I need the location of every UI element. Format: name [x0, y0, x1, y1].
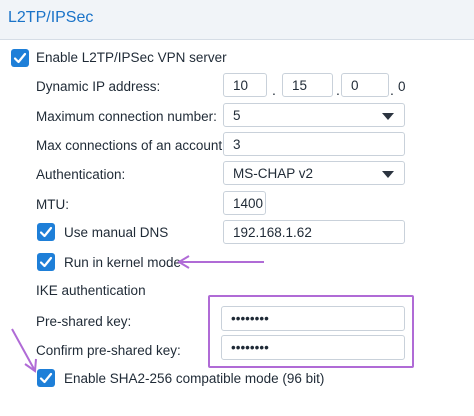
ip-octet-1-input[interactable]: 10	[223, 73, 267, 97]
enable-vpn-label: Enable L2TP/IPSec VPN server	[36, 50, 227, 65]
arrow-icon	[11, 328, 37, 373]
dns-server-input[interactable]: 192.168.1.62	[223, 220, 405, 244]
section-title: L2TP/IPSec	[8, 9, 94, 26]
highlight-box	[208, 295, 414, 368]
enable-vpn-checkbox[interactable]	[11, 49, 29, 67]
ip-octet-3-input[interactable]: 0	[341, 73, 389, 97]
ip-octet-2-input[interactable]: 15	[282, 73, 333, 97]
sha2-mode-label: Enable SHA2-256 compatible mode (96 bit)	[64, 371, 325, 386]
ip-dot: .	[272, 82, 276, 98]
ip-dot: .	[390, 82, 394, 98]
checkmark-icon	[39, 256, 53, 268]
ip-octet-4-value[interactable]: 0	[398, 79, 406, 94]
ike-heading: IKE authentication	[36, 283, 146, 298]
max-connections-select[interactable]: 5	[223, 103, 405, 127]
max-connections-label: Maximum connection number:	[36, 109, 217, 124]
checkmark-icon	[39, 226, 53, 238]
pre-shared-key-label: Pre-shared key:	[36, 314, 132, 329]
dynamic-ip-label: Dynamic IP address:	[36, 79, 161, 94]
chevron-down-icon	[382, 113, 394, 120]
chevron-down-icon	[382, 171, 394, 178]
mtu-label: MTU:	[36, 197, 69, 212]
ip-dot: .	[336, 82, 340, 98]
section-header: L2TP/IPSec	[0, 0, 474, 40]
authentication-select[interactable]: MS-CHAP v2	[223, 161, 405, 185]
confirm-key-label: Confirm pre-shared key:	[36, 343, 181, 358]
manual-dns-checkbox[interactable]	[37, 223, 55, 241]
max-per-account-label: Max connections of an account:	[36, 138, 226, 153]
max-connections-value: 5	[233, 108, 241, 123]
kernel-mode-label: Run in kernel mode	[64, 255, 182, 270]
kernel-mode-checkbox[interactable]	[37, 253, 55, 271]
mtu-input[interactable]: 1400	[223, 191, 266, 215]
checkmark-icon	[13, 52, 27, 64]
arrow-icon	[177, 255, 264, 269]
authentication-label: Authentication:	[36, 167, 126, 182]
manual-dns-label: Use manual DNS	[64, 225, 169, 240]
max-per-account-input[interactable]: 3	[223, 132, 405, 156]
authentication-value: MS-CHAP v2	[233, 166, 314, 181]
